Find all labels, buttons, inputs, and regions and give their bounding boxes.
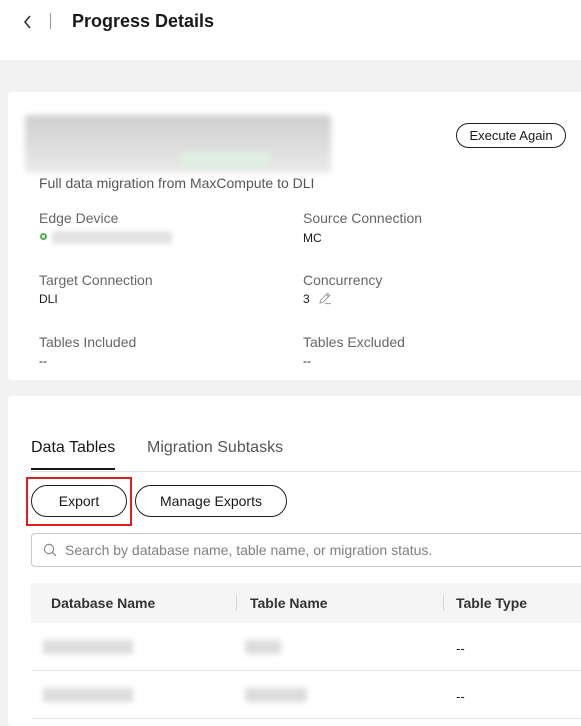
redacted-database-name: [43, 640, 133, 654]
redacted-task-tag: [180, 152, 270, 168]
table-header: Database Name Table Name Table Type: [31, 583, 581, 623]
column-header-table-name[interactable]: Table Name: [250, 595, 328, 611]
redacted-edge-device: [52, 231, 172, 244]
highlight-box: [26, 477, 132, 526]
active-tab-indicator: [31, 468, 115, 470]
redacted-task-name: [25, 115, 331, 173]
column-divider: [443, 595, 444, 611]
tab-data-tables[interactable]: Data Tables: [31, 439, 115, 457]
tables-included-value: --: [39, 354, 47, 368]
concurrency-value: 3: [303, 292, 310, 306]
column-divider: [236, 595, 237, 611]
task-description: Full data migration from MaxCompute to D…: [39, 175, 315, 191]
tables-excluded-value: --: [303, 354, 311, 368]
search-icon: [43, 543, 57, 557]
online-status-icon: [40, 233, 47, 240]
redacted-table-name: [245, 688, 307, 702]
table-row[interactable]: --: [31, 671, 581, 719]
table-type-cell: --: [456, 641, 465, 656]
column-header-table-type[interactable]: Table Type: [456, 595, 527, 611]
edge-device-label: Edge Device: [39, 210, 119, 226]
back-button[interactable]: [18, 10, 38, 34]
chevron-left-icon: [23, 15, 31, 29]
tables-included-label: Tables Included: [39, 334, 137, 350]
manage-exports-button[interactable]: Manage Exports: [135, 485, 287, 517]
search-input[interactable]: [65, 542, 545, 558]
tables-excluded-label: Tables Excluded: [303, 334, 405, 350]
search-box: [31, 533, 581, 567]
table-row[interactable]: --: [31, 623, 581, 671]
concurrency-label: Concurrency: [303, 272, 383, 288]
redacted-table-name: [245, 640, 281, 654]
source-connection-value: MC: [303, 231, 322, 245]
header-divider: [50, 13, 51, 29]
execute-again-button[interactable]: Execute Again: [456, 123, 566, 148]
tab-migration-subtasks[interactable]: Migration Subtasks: [147, 439, 283, 457]
target-connection-value: DLI: [39, 292, 58, 306]
page-header: Progress Details: [0, 0, 581, 60]
edit-icon[interactable]: [318, 291, 332, 305]
tabs-divider: [31, 471, 581, 472]
redacted-database-name: [43, 688, 133, 702]
source-connection-label: Source Connection: [303, 210, 423, 226]
page-title: Progress Details: [72, 11, 215, 31]
table-type-cell: --: [456, 689, 465, 704]
target-connection-label: Target Connection: [39, 272, 153, 288]
column-header-database-name[interactable]: Database Name: [51, 595, 155, 611]
